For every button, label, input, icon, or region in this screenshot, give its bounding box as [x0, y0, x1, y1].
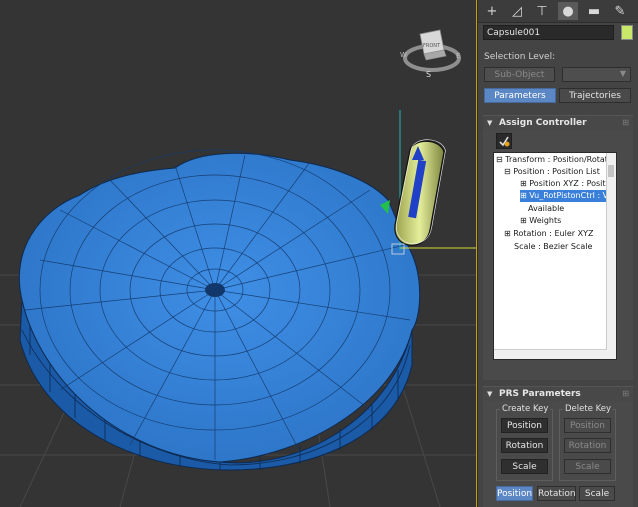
scale-tab-button[interactable]: Scale	[579, 486, 615, 501]
chevron-down-icon: ▼	[619, 69, 626, 78]
sub-object-dropdown[interactable]: ▼	[562, 67, 631, 82]
collapse-triangle-icon: ▼	[487, 119, 493, 127]
create-icon: +	[486, 3, 498, 19]
utilities-icon: ✎	[614, 3, 626, 19]
assign-controller-rollout-header[interactable]: ▼ Assign Controller ⊞	[483, 115, 633, 130]
motion-icon: ●	[562, 3, 574, 19]
tree-item-position-xyz[interactable]: ⊞ Position XYZ : Positi	[520, 178, 608, 190]
tree-item-weights[interactable]: ⊞ Weights	[520, 215, 561, 227]
modify-tab[interactable]: ◿	[507, 2, 527, 20]
command-panel-tabs: + ◿ ⊤ ● ▬ ✎	[478, 0, 638, 23]
scrollbar-thumb[interactable]	[608, 165, 614, 177]
motion-tab[interactable]: ●	[558, 2, 578, 20]
compass-s-label: S	[426, 70, 431, 79]
hierarchy-icon: ⊤	[536, 3, 548, 19]
delete-position-key-button[interactable]: Position	[564, 418, 611, 433]
rollout-pin-icon: ⊞	[622, 118, 629, 127]
trajectories-tab-button[interactable]: Trajectories	[559, 88, 631, 103]
selection-level-label: Selection Level:	[484, 52, 556, 62]
rotation-tab-button[interactable]: Rotation	[537, 486, 576, 501]
object-name-field[interactable]: Capsule001	[483, 25, 614, 40]
tree-item-position[interactable]: ⊟ Position : Position List	[504, 166, 600, 178]
rollout-pin-icon: ⊞	[622, 389, 629, 398]
tree-item-rotation[interactable]: ⊞ Rotation : Euler XYZ	[504, 228, 593, 240]
delete-rotation-key-button[interactable]: Rotation	[564, 438, 611, 453]
create-scale-key-button[interactable]: Scale	[501, 459, 548, 474]
delete-scale-key-button[interactable]: Scale	[564, 459, 611, 474]
assign-controller-icon	[499, 136, 510, 147]
modify-icon: ◿	[512, 3, 522, 19]
delete-key-label: Delete Key	[563, 404, 614, 414]
compass-w-label: W	[400, 51, 407, 59]
sub-object-button[interactable]: Sub-Object	[484, 67, 555, 82]
create-key-label: Create Key	[500, 404, 551, 414]
utilities-tab[interactable]: ✎	[610, 2, 630, 20]
scene-canvas: FRONT W S E	[0, 29, 476, 507]
prs-parameters-title: PRS Parameters	[499, 389, 581, 399]
tree-vertical-scrollbar[interactable]	[606, 153, 616, 359]
create-tab[interactable]: +	[482, 2, 502, 20]
prs-parameters-rollout-header[interactable]: ▼ PRS Parameters ⊞	[483, 386, 633, 401]
perspective-viewport[interactable]: FRONT W S E	[0, 0, 477, 507]
display-icon: ▬	[587, 3, 601, 19]
object-color-swatch[interactable]	[621, 25, 633, 40]
parameters-tab-button[interactable]: Parameters	[484, 88, 556, 103]
viewcube[interactable]: FRONT W S E	[400, 29, 461, 79]
tree-item-transform[interactable]: ⊟ Transform : Position/Rotat	[496, 154, 608, 166]
tree-item-scale[interactable]: Scale : Bezier Scale	[514, 241, 592, 253]
tree-horizontal-scrollbar[interactable]	[494, 349, 607, 359]
ashtray-mesh[interactable]	[18, 149, 421, 471]
position-tab-button[interactable]: Position	[496, 486, 533, 501]
compass-e-label: E	[456, 52, 460, 60]
tree-item-rotpiston-ctrl[interactable]: ⊞ Vu_RotPistonCtrl : V	[520, 190, 616, 202]
display-tab[interactable]: ▬	[584, 2, 604, 20]
hierarchy-tab[interactable]: ⊤	[532, 2, 552, 20]
create-rotation-key-button[interactable]: Rotation	[501, 438, 548, 453]
viewcube-face-label: FRONT	[423, 43, 441, 49]
tree-item-available[interactable]: Available	[528, 203, 564, 215]
assign-controller-button[interactable]	[496, 133, 512, 149]
collapse-triangle-icon: ▼	[487, 390, 493, 398]
create-position-key-button[interactable]: Position	[501, 418, 548, 433]
controller-tree[interactable]: ⊟ Transform : Position/Rotat ⊟ Position …	[493, 152, 617, 360]
assign-controller-title: Assign Controller	[499, 118, 587, 128]
